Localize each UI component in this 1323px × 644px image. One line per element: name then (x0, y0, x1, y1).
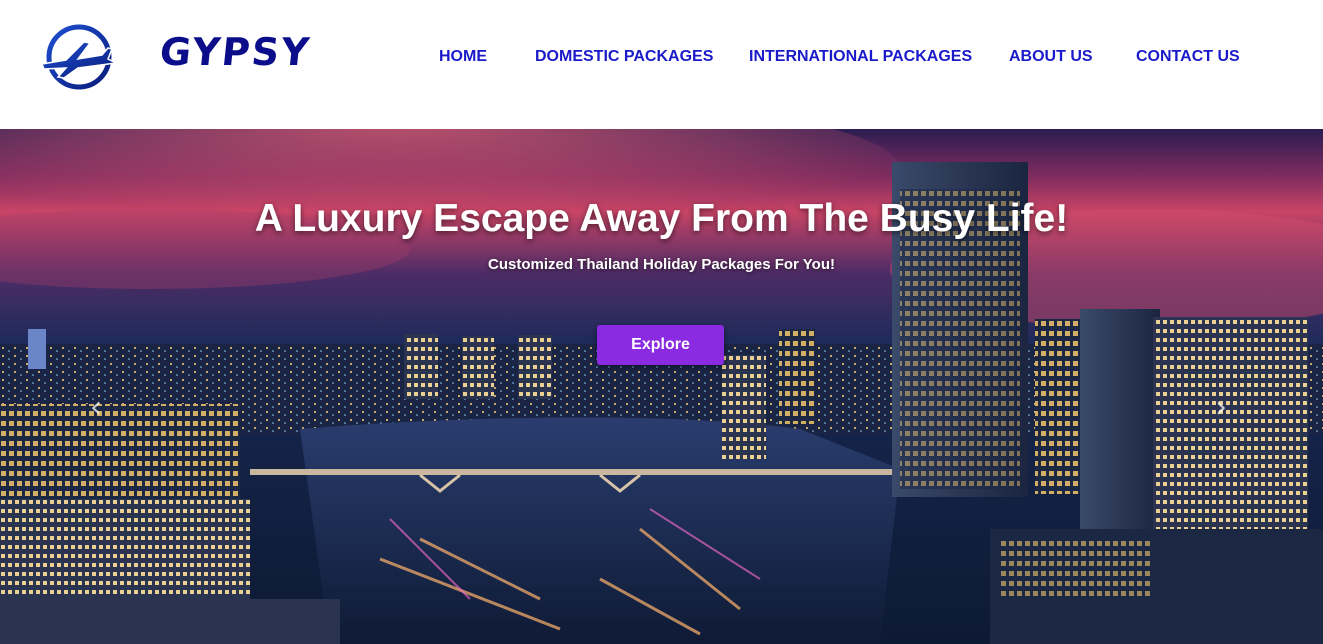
hero-carousel: A Luxury Escape Away From The Busy Life!… (0, 129, 1323, 644)
nav-domestic-packages[interactable]: DOMESTIC PACKAGES (535, 46, 713, 68)
nav-contact-us[interactable]: CONTACT US (1136, 46, 1240, 68)
hero-subtitle: Customized Thailand Holiday Packages For… (487, 256, 835, 273)
nav-home[interactable]: HOME (439, 46, 487, 68)
nav-about-us[interactable]: ABOUT US (1009, 46, 1093, 68)
hero-title: A Luxury Escape Away From The Busy Life! (254, 197, 1069, 240)
chevron-right-icon[interactable]: › (1209, 391, 1233, 425)
main-nav: HOME DOMESTIC PACKAGES INTERNATIONAL PAC… (0, 46, 1323, 70)
nav-international-packages[interactable]: INTERNATIONAL PACKAGES (749, 46, 972, 68)
chevron-left-icon[interactable]: ‹ (84, 391, 108, 425)
explore-button[interactable]: Explore (597, 325, 724, 365)
site-header: GYPSY HOME DOMESTIC PACKAGES INTERNATION… (0, 0, 1323, 129)
